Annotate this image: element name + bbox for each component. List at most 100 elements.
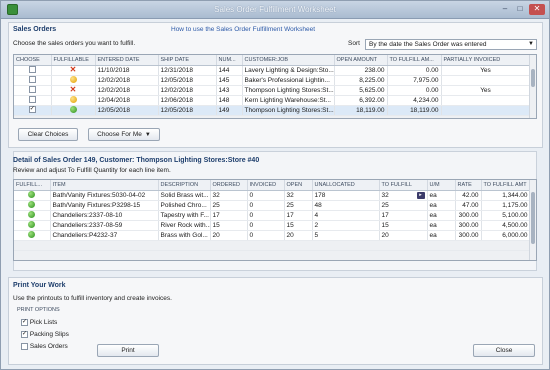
table-row[interactable]: Chandeliers:P4232-37 Brass with Gol... 20 0…	[14, 230, 531, 241]
choose-checkbox-cell[interactable]	[14, 95, 52, 106]
col-header[interactable]: ITEM	[50, 180, 159, 191]
table-row[interactable]: 12/02/2018 12/05/2018 145 Baker's Professio…	[14, 75, 531, 86]
to-fulfill-qty-cell[interactable]: 32 ▸	[379, 190, 428, 201]
pick-lists-option[interactable]: ✓ Pick Lists	[21, 319, 57, 326]
unit-of-measure: ea	[427, 210, 456, 221]
to-fulfill-qty-cell[interactable]: 25	[379, 200, 428, 211]
packing-slips-checkbox[interactable]: ✓	[21, 331, 28, 338]
col-header[interactable]: ENTERED DATE	[95, 55, 159, 66]
to-fulfill-qty[interactable]: 25	[382, 202, 389, 209]
table-row[interactable]: 12/04/2018 12/06/2018 148 Kern Lighting War…	[14, 95, 531, 106]
col-header[interactable]: NUM...	[216, 55, 243, 66]
sort-dropdown[interactable]: By the date the Sales Order was entered …	[365, 39, 537, 50]
choose-checkbox[interactable]	[28, 76, 36, 84]
invoiced-qty: 0	[247, 210, 285, 221]
unallocated-qty: 48	[312, 200, 380, 211]
table-row[interactable]: Bath/Vanity Fixtures:5030-04-02 Solid Bra…	[14, 190, 531, 201]
fulfillable-cell	[51, 95, 96, 106]
choose-checkbox[interactable]: ✓	[28, 106, 36, 114]
line-items-table[interactable]: FULFILL... ITEM DESCRIPTION ORDERED INVO…	[13, 179, 537, 261]
col-header[interactable]: RATE	[455, 180, 482, 191]
col-header[interactable]: CHOOSE	[14, 55, 52, 66]
col-header[interactable]: SHIP DATE	[158, 55, 217, 66]
table-row[interactable]: ✓ 12/05/2018 12/05/2018 149 Thompson Lightin…	[14, 105, 531, 116]
print-button[interactable]: Print	[97, 344, 159, 357]
packing-slips-option[interactable]: ✓ Packing Slips	[21, 331, 69, 338]
to-fulfill-amount: 4,234.00	[387, 95, 442, 106]
minimize-button[interactable]: –	[498, 4, 512, 15]
to-fulfill-qty-cell[interactable]: 15	[379, 220, 428, 231]
close-button[interactable]: Close	[473, 344, 535, 357]
to-fulfill-qty-cell[interactable]: 20	[379, 230, 428, 241]
to-fulfill-amt: 1,344.00	[481, 190, 531, 201]
sales-orders-checkbox[interactable]	[21, 343, 28, 350]
table-row[interactable]: Chandeliers:2337-08-10 Tapestry with F...…	[14, 210, 531, 221]
to-fulfill-qty[interactable]: 15	[382, 222, 389, 229]
fulfillable-icon	[28, 201, 36, 209]
table-row[interactable]: ✕ 12/02/2018 12/02/2018 143 Thompson Lightin…	[14, 85, 531, 96]
choose-checkbox-cell[interactable]	[14, 85, 52, 96]
window-title: Sales Order Fulfillment Worksheet	[214, 5, 336, 14]
to-fulfill-qty[interactable]: 32	[382, 192, 389, 199]
ship-date: 12/06/2018	[158, 95, 217, 106]
sales-orders-table[interactable]: CHOOSE FULFILLABLE ENTERED DATE SHIP DAT…	[13, 54, 537, 119]
fulfillable-icon	[28, 221, 36, 229]
to-fulfill-qty-cell[interactable]: 17	[379, 210, 428, 221]
orders-scrollbar[interactable]	[529, 55, 536, 118]
choose-checkbox-cell[interactable]	[14, 75, 52, 86]
table-row[interactable]: Bath/Vanity Fixtures:P3298-15 Polished Ch…	[14, 200, 531, 211]
table-row[interactable]: ✕ 11/10/2018 12/31/2018 144 Lavery Lighting …	[14, 65, 531, 76]
choose-checkbox[interactable]	[28, 86, 36, 94]
scroll-thumb[interactable]	[531, 69, 535, 87]
unit-of-measure: ea	[427, 230, 456, 241]
maximize-button[interactable]: □	[513, 4, 527, 15]
col-header[interactable]: CUSTOMER:JOB	[242, 55, 335, 66]
rate: 300.00	[455, 220, 482, 231]
unallocated-qty: 4	[312, 210, 380, 221]
fulfillable-icon	[69, 106, 77, 114]
choose-checkbox-cell[interactable]: ✓	[14, 105, 52, 116]
col-header[interactable]: TO FULFILL	[379, 180, 428, 191]
close-window-button[interactable]: ✕	[529, 4, 545, 15]
ordered-qty: 25	[210, 200, 248, 211]
ordered-qty: 20	[210, 230, 248, 241]
col-header[interactable]: U/M	[427, 180, 456, 191]
col-header[interactable]: FULFILL...	[14, 180, 51, 191]
pick-lists-label: Pick Lists	[29, 319, 58, 327]
choose-checkbox[interactable]	[28, 66, 36, 74]
col-header[interactable]: PARTIALLY INVOICED	[441, 55, 531, 66]
to-fulfill-amt: 4,500.00	[481, 220, 531, 231]
scroll-thumb[interactable]	[531, 192, 535, 244]
col-header[interactable]: INVOICED	[247, 180, 285, 191]
invoiced-qty: 0	[247, 220, 285, 231]
pick-lists-checkbox[interactable]: ✓	[21, 319, 28, 326]
ship-date: 12/31/2018	[158, 65, 217, 76]
clear-choices-button[interactable]: Clear Choices	[18, 128, 78, 141]
order-num: 144	[216, 65, 243, 76]
choose-for-me-label: Choose For Me	[97, 131, 142, 138]
choose-checkbox[interactable]	[28, 96, 36, 104]
to-fulfill-qty[interactable]: 17	[382, 212, 389, 219]
item-description: Polished Chro...	[158, 200, 211, 211]
col-header[interactable]: TO FULFILL AM...	[387, 55, 442, 66]
col-header[interactable]: DESCRIPTION	[158, 180, 211, 191]
sales-orders-label: Sales Orders	[29, 343, 68, 351]
to-fulfill-amt: 5,100.00	[481, 210, 531, 221]
table-row[interactable]: Chandeliers:2337-08-59 River Rock with...…	[14, 220, 531, 231]
col-header[interactable]: TO FULFILL AMT	[481, 180, 531, 191]
choose-checkbox-cell[interactable]	[14, 65, 52, 76]
rate: 47.00	[455, 200, 482, 211]
title-bar: Sales Order Fulfillment Worksheet – □ ✕	[1, 1, 549, 19]
col-header[interactable]: OPEN AMOUNT	[334, 55, 388, 66]
lookup-icon[interactable]: ▸	[416, 191, 425, 199]
items-scrollbar[interactable]	[529, 180, 536, 260]
col-header[interactable]: UNALLOCATED	[312, 180, 380, 191]
choose-for-me-button[interactable]: Choose For Me ▼	[88, 128, 160, 141]
sales-orders-option[interactable]: Sales Orders	[21, 343, 68, 350]
help-link[interactable]: How to use the Sales Order Fulfillment W…	[171, 26, 315, 33]
col-header[interactable]: ORDERED	[210, 180, 248, 191]
col-header[interactable]: OPEN	[284, 180, 313, 191]
col-header[interactable]: FULFILLABLE	[51, 55, 96, 66]
to-fulfill-qty[interactable]: 20	[382, 232, 389, 239]
order-num: 143	[216, 85, 243, 96]
